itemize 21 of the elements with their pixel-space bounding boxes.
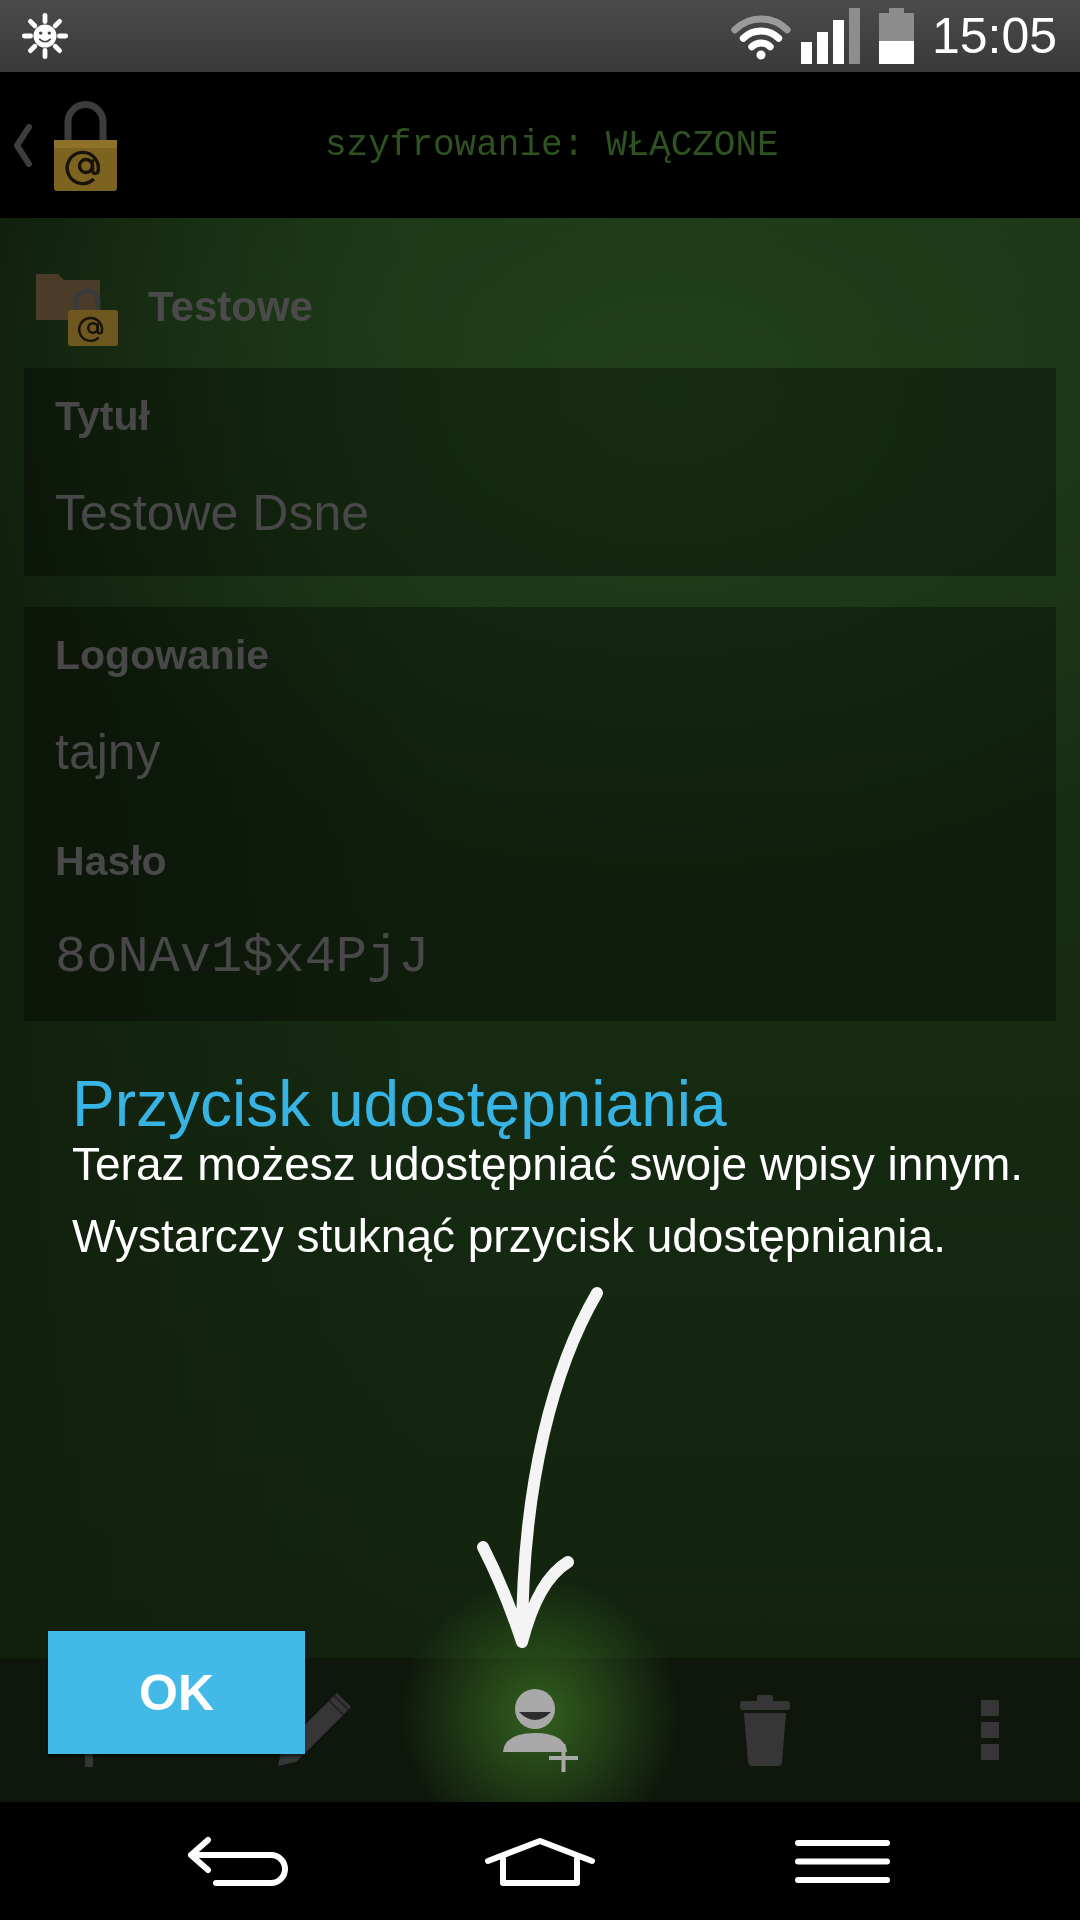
showcase-title: Przycisk udostępniania: [72, 1071, 728, 1137]
padlock-icon: [53, 99, 118, 191]
field-value: tajny: [55, 723, 162, 782]
menu-icon[interactable]: [794, 1839, 890, 1883]
showcase-text: Teraz możesz udostępniać swoje wpisy innym.: [72, 1138, 1025, 1191]
signal-icon: [800, 8, 860, 64]
battery-icon: [878, 8, 914, 64]
clock-time: 15:05: [931, 8, 1057, 64]
home-icon[interactable]: [484, 1836, 596, 1886]
field-label: Tytuł: [55, 392, 151, 440]
action-bar-title: szyfrowanie: WŁĄCZONE: [325, 124, 779, 166]
field-value: Testowe Dsne: [55, 484, 371, 543]
post-icon[interactable]: [85, 1753, 93, 1767]
ok-button[interactable]: OK: [48, 1631, 305, 1754]
folder-name: Testowe: [148, 283, 313, 331]
field-label: Logowanie: [55, 631, 271, 679]
password-value: 8oNAv1$x4PjJ: [55, 928, 431, 988]
field-label: Hasło: [55, 837, 168, 885]
showcase-text: Wystarczy stuknąć przycisk udostępniania.: [72, 1209, 947, 1263]
back-icon[interactable]: [185, 1836, 291, 1886]
sun-face-icon: [21, 11, 69, 61]
